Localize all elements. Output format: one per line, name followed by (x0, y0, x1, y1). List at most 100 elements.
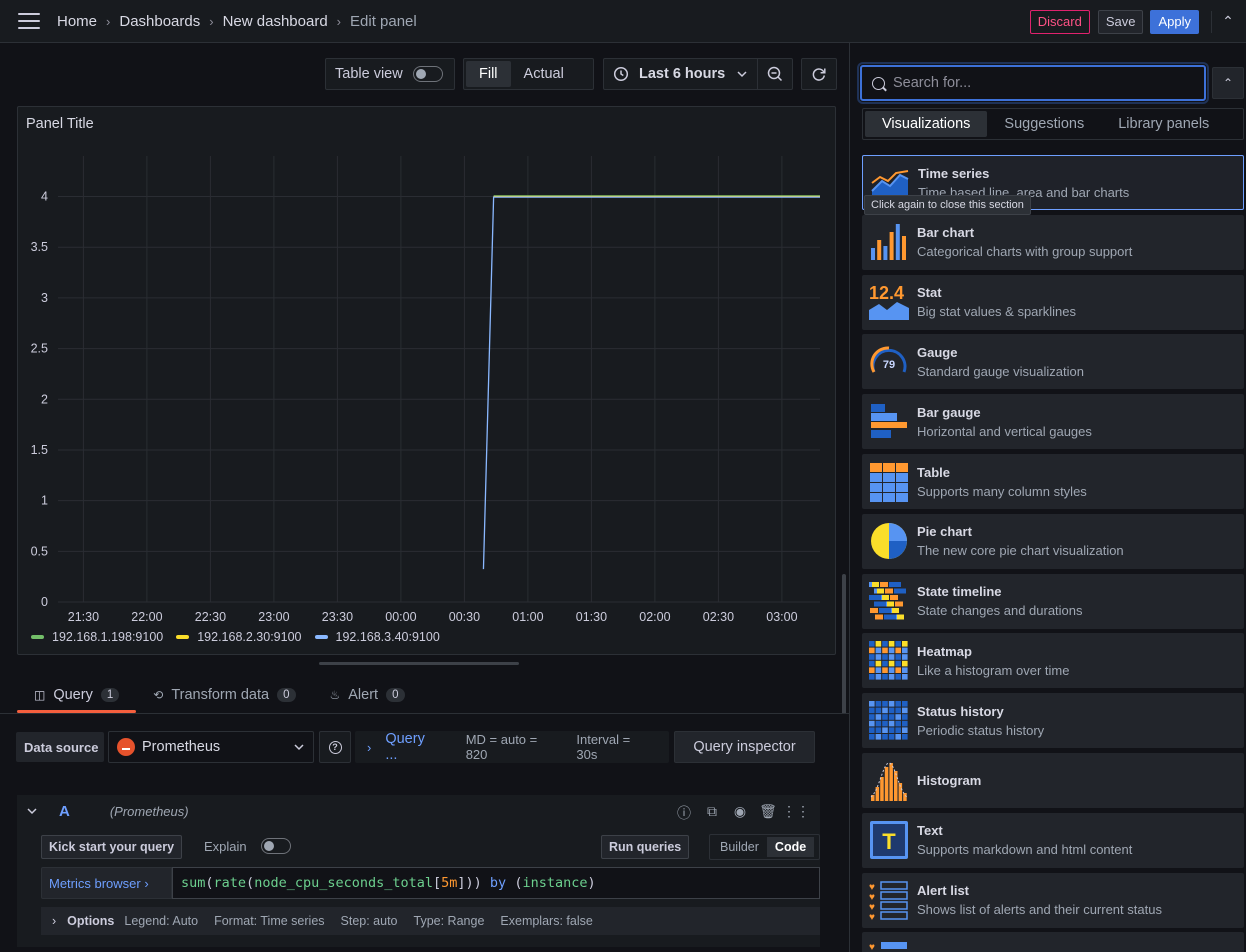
metrics-browser-button[interactable]: Metrics browser › (41, 867, 172, 899)
query-options[interactable]: › Query ... MD = auto = 820 Interval = 3… (355, 731, 669, 763)
transform-icon: ⟲ (153, 688, 164, 702)
tab-suggestions[interactable]: Suggestions (987, 111, 1101, 137)
legend-label: 192.168.1.198:9100 (52, 630, 164, 644)
y-tick-label: 0 (41, 595, 48, 609)
heatmap-icon (869, 640, 908, 680)
search-input[interactable] (893, 75, 1204, 91)
apply-button[interactable]: Apply (1150, 9, 1199, 34)
tab-transform[interactable]: ⟲ Transform data 0 (136, 680, 312, 710)
chevron-right-icon: › (52, 914, 57, 928)
legend-label: 192.168.2.30:9100 (197, 630, 302, 644)
toggle-switch[interactable] (260, 838, 291, 854)
tab-query[interactable]: ◫ Query 1 (17, 680, 137, 713)
chevron-up-icon[interactable]: ⌃ (1212, 67, 1244, 99)
breadcrumb-new-dashboard[interactable]: New dashboard (223, 13, 328, 30)
x-tick-label: 23:30 (322, 610, 353, 624)
viz-name: Stat (917, 285, 942, 301)
code-token: rate (213, 875, 247, 891)
builder-mode[interactable]: Builder (712, 837, 767, 857)
viz-search[interactable] (860, 65, 1206, 101)
tab-library-panels[interactable]: Library panels (1101, 111, 1226, 137)
viz-option-gauge[interactable]: 79 Gauge Standard gauge visualization (862, 334, 1244, 390)
save-button[interactable]: Save (1097, 9, 1144, 34)
chevron-up-icon[interactable]: ⌃ (1214, 13, 1242, 30)
viz-option-histogram[interactable]: Histogram (862, 753, 1244, 808)
tab-visualizations[interactable]: Visualizations (865, 111, 988, 137)
time-picker[interactable]: Last 6 hours (603, 58, 758, 90)
viz-description: Horizontal and vertical gauges (917, 423, 1092, 439)
eye-icon[interactable]: ◉ (726, 803, 754, 823)
toggle-switch[interactable] (412, 66, 443, 82)
trash-icon[interactable]: 🗑 (754, 803, 782, 823)
query-ref-id[interactable]: A (59, 803, 70, 820)
run-queries-button[interactable]: Run queries (601, 835, 690, 859)
option-type: Type: Range (413, 914, 485, 928)
viz-option-bar-gauge[interactable]: Bar gauge Horizontal and vertical gauges (862, 394, 1244, 450)
datasource-help-button[interactable]: ? (319, 731, 351, 763)
viz-option-alert-list[interactable]: ♥ ♥ ♥ ♥ Alert list Shows list of alerts and t… (862, 872, 1244, 928)
menu-icon[interactable] (18, 13, 40, 29)
viz-option-table[interactable]: Table Supports many column styles (862, 454, 1244, 509)
code-token: ) (587, 875, 596, 891)
pie-chart-icon (871, 523, 907, 560)
viz-option-state-timeline[interactable]: State timeline State changes and duration… (862, 573, 1244, 629)
legend-item[interactable]: 192.168.1.198:9100 (31, 630, 163, 644)
breadcrumb-dashboards[interactable]: Dashboards (119, 13, 200, 30)
legend-item[interactable]: 192.168.2.30:9100 (176, 630, 302, 644)
tab-query-count: 1 (100, 688, 120, 702)
code-token: 5m (441, 875, 458, 891)
time-series-chart[interactable]: 0 0.5 1 1.5 2 2.5 3 3.5 4 21:30 22:00 22:30 23:00 23:… (18, 107, 837, 627)
code-token: ( (514, 875, 523, 891)
code-token: [ (433, 875, 442, 891)
viz-option-dashboard-list[interactable]: ♥♥♥♥Dashboard list (862, 932, 1244, 952)
resize-handle[interactable] (319, 662, 519, 665)
discard-button[interactable]: Discard (1029, 9, 1090, 34)
refresh-button[interactable] (801, 58, 837, 90)
explain-toggle[interactable]: Explain (204, 838, 291, 854)
chevron-down-icon[interactable] (27, 807, 37, 815)
query-options-link[interactable]: Query ... (385, 731, 439, 763)
query-options-row[interactable]: › Options Legend: Auto Format: Time seri… (41, 907, 820, 935)
code-token: sum (181, 875, 206, 891)
time-range-label: Last 6 hours (639, 66, 726, 82)
x-tick-label: 22:30 (195, 610, 226, 624)
actual-option[interactable]: Actual (511, 61, 577, 87)
drag-handle-icon[interactable]: ⋮⋮ (782, 803, 810, 823)
viz-option-pie-chart[interactable]: Pie chart The new core pie chart visualiz… (862, 513, 1244, 569)
datasource-select[interactable]: Prometheus (108, 731, 314, 763)
table-view-toggle[interactable]: Table view (325, 58, 455, 90)
tab-alert[interactable]: ♨ Alert 0 (313, 680, 422, 710)
bar-chart-icon (871, 224, 906, 261)
legend-swatch (314, 635, 328, 639)
fill-option[interactable]: Fill (466, 61, 511, 87)
help-icon[interactable]: ⓘ (670, 803, 698, 823)
code-mode[interactable]: Code (766, 837, 815, 857)
query-code-editor[interactable]: sum(rate(node_cpu_seconds_total[5m])) by… (172, 867, 820, 899)
legend-swatch (176, 635, 190, 639)
query-inspector-button[interactable]: Query inspector (674, 731, 815, 763)
kick-start-button[interactable]: Kick start your query (41, 835, 183, 859)
y-tick-label: 1.5 (31, 443, 48, 457)
prometheus-icon (117, 738, 135, 756)
legend-item[interactable]: 192.168.3.40:9100 (314, 630, 440, 644)
fill-actual-switch: Fill Actual (463, 58, 594, 90)
x-tick-label: 02:00 (639, 610, 670, 624)
x-tick-label: 03:00 (766, 610, 797, 624)
sidebar-divider[interactable] (849, 43, 850, 952)
svg-text:♥: ♥ (869, 942, 875, 952)
legend-label: 192.168.3.40:9100 (335, 630, 440, 644)
viz-name: Time series (918, 165, 990, 181)
breadcrumb-home[interactable]: Home (57, 13, 97, 30)
viz-description: Shows list of alerts and their current s… (917, 902, 1162, 918)
viz-option-status-history[interactable]: Status history Periodic status history (862, 693, 1244, 749)
viz-option-stat[interactable]: 12.4 Stat Big stat values & sparklines (862, 274, 1244, 330)
viz-option-text[interactable]: T Text Supports markdown and html content (862, 812, 1244, 868)
viz-option-bar-chart[interactable]: Bar chart Categorical charts with group s… (862, 214, 1244, 270)
series-line[interactable] (482, 196, 820, 570)
zoom-out-button[interactable] (757, 58, 793, 90)
viz-option-heatmap[interactable]: Heatmap Like a histogram over time (862, 633, 1244, 689)
tab-transform-label: Transform data (171, 687, 270, 703)
duplicate-icon[interactable]: ⧉ (698, 803, 726, 823)
code-token: ( (246, 875, 255, 891)
viz-description: Big stat values & sparklines (917, 304, 1076, 320)
